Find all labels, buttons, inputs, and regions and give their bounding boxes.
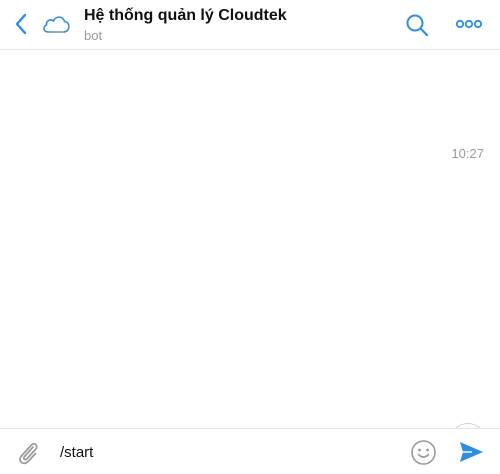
more-options-button[interactable] bbox=[454, 16, 484, 32]
search-icon bbox=[406, 14, 429, 37]
send-icon bbox=[460, 442, 483, 462]
search-button[interactable] bbox=[404, 12, 430, 38]
chevron-left-icon bbox=[15, 13, 27, 35]
message-composer bbox=[0, 428, 500, 474]
send-button[interactable] bbox=[458, 440, 484, 464]
paperclip-icon bbox=[19, 443, 38, 465]
chat-header: Hệ thống quản lý Cloudtek bot bbox=[0, 0, 500, 50]
message-input[interactable] bbox=[60, 437, 390, 467]
chat-title[interactable]: Hệ thống quản lý Cloudtek bbox=[84, 7, 287, 25]
attach-button[interactable] bbox=[14, 439, 42, 467]
chat-subtitle: bot bbox=[84, 28, 103, 43]
message-list[interactable]: 10:27 bbox=[0, 51, 500, 459]
message-timestamp: 10:27 bbox=[451, 146, 484, 161]
smiley-icon bbox=[411, 440, 436, 465]
back-button[interactable] bbox=[10, 10, 34, 38]
bot-avatar[interactable] bbox=[40, 10, 72, 38]
cloud-icon bbox=[43, 16, 70, 33]
emoji-button[interactable] bbox=[410, 439, 437, 466]
more-dots-icon bbox=[455, 19, 483, 29]
